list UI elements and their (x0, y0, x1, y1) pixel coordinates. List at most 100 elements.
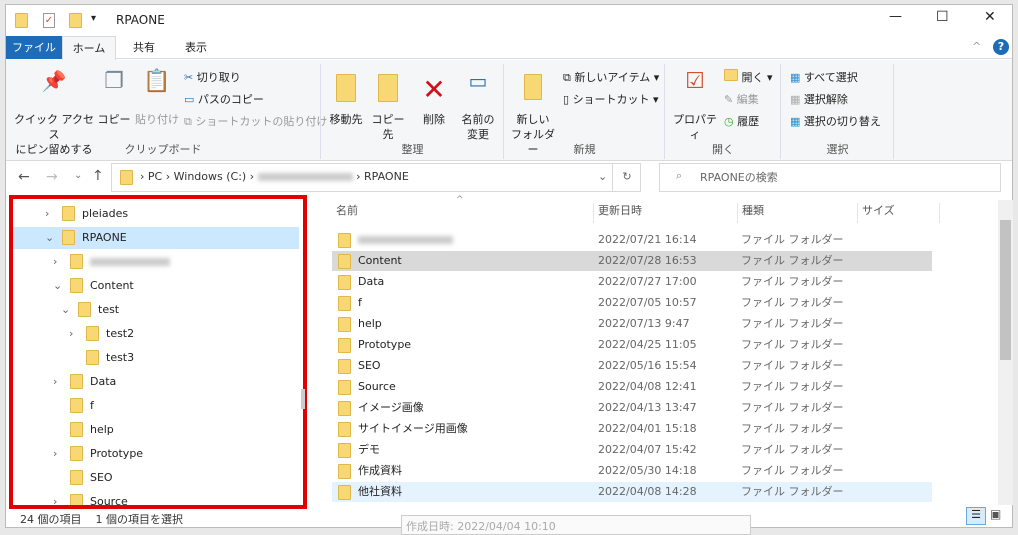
search-input[interactable]: RPAONEの検索 (659, 163, 1001, 192)
file-row[interactable]: 2022/07/21 16:14 ファイル フォルダー (332, 230, 932, 250)
refresh-icon[interactable]: ↻ (612, 163, 641, 192)
select-none-button[interactable]: ▦ 選択解除 (790, 90, 848, 110)
edit-button[interactable]: ✎ 編集 (724, 90, 759, 110)
rename-button[interactable]: ▭ 名前の 変更 (456, 71, 500, 142)
file-row[interactable]: f 2022/07/05 10:57 ファイル フォルダー (332, 293, 932, 313)
clipboard-group: 📌 クイック アクセス にピン留めする ❐ コピー 📋 貼り付け ✂ 切り取り ▭ パ… (6, 64, 327, 159)
invert-selection-button[interactable]: ▦ 選択の切り替え (790, 112, 881, 132)
selection-count: 1 個の項目を選択 (95, 513, 184, 526)
nav-item[interactable]: f (13, 395, 299, 417)
nav-item[interactable]: › test2 (13, 323, 299, 345)
nav-item[interactable]: test3 (13, 347, 299, 369)
column-header-size[interactable]: サイズ (858, 203, 940, 223)
properties-quick-icon[interactable]: ✓ (43, 13, 55, 28)
tab-file[interactable]: ファイル (6, 36, 62, 59)
file-row[interactable]: 他社資料 2022/04/08 14:28 ファイル フォルダー (332, 482, 932, 502)
file-row[interactable]: help 2022/07/13 9:47 ファイル フォルダー (332, 314, 932, 334)
file-row[interactable]: Prototype 2022/04/25 11:05 ファイル フォルダー (332, 335, 932, 355)
recent-locations-button[interactable]: ⌄ (74, 170, 82, 181)
shortcut-icon: ⧉ (184, 115, 192, 128)
nav-item-label: test (98, 303, 120, 316)
breadcrumb-blurred[interactable] (257, 173, 353, 181)
breadcrumb-pc[interactable]: PC (148, 170, 162, 183)
paste-button[interactable]: 📋 貼り付け (134, 71, 180, 127)
folder-icon (70, 374, 83, 389)
chevron-icon[interactable]: › (69, 323, 73, 345)
file-name: 他社資料 (358, 485, 402, 498)
back-button[interactable]: ← (18, 169, 30, 185)
copy-to-button[interactable]: コピー先 (368, 74, 408, 142)
tab-home[interactable]: ホーム (62, 36, 116, 60)
file-row[interactable]: イメージ画像 2022/04/13 13:47 ファイル フォルダー (332, 398, 932, 418)
chevron-icon[interactable]: ⌄ (61, 299, 70, 321)
close-button[interactable]: ✕ (984, 9, 996, 25)
details-view-button[interactable]: ☰ (966, 507, 986, 525)
copy-path-button[interactable]: ▭ パスのコピー (184, 90, 264, 110)
new-folder-quick-icon[interactable] (69, 13, 82, 28)
nav-scrollbar-thumb[interactable] (301, 389, 305, 409)
history-button[interactable]: ◷ 履歴 (724, 112, 759, 132)
nav-item[interactable]: › pleiades (13, 203, 299, 225)
nav-item[interactable]: › (13, 251, 299, 273)
cut-button[interactable]: ✂ 切り取り (184, 68, 241, 88)
copy-icon: ❐ (104, 69, 124, 94)
select-all-button[interactable]: ▦ すべて選択 (790, 68, 858, 88)
easy-access-button[interactable]: ▯ ショートカット ▾ (563, 90, 659, 110)
column-header-name[interactable]: 名前 (332, 203, 594, 223)
chevron-icon[interactable]: › (45, 203, 49, 225)
open-button[interactable]: 開く ▾ (724, 68, 773, 88)
breadcrumb-current[interactable]: RPAONE (364, 170, 409, 183)
scrollbar-thumb[interactable] (1000, 220, 1011, 360)
nav-item[interactable]: ⌄ RPAONE (13, 227, 299, 249)
vertical-scrollbar[interactable] (998, 200, 1013, 505)
file-row[interactable]: デモ 2022/04/07 15:42 ファイル フォルダー (332, 440, 932, 460)
column-header-date[interactable]: 更新日時 (594, 203, 738, 223)
chevron-icon[interactable]: › (53, 251, 57, 273)
chevron-icon[interactable]: › (53, 491, 57, 505)
forward-button[interactable]: → (46, 169, 58, 185)
chevron-icon[interactable]: ⌄ (45, 227, 54, 249)
copy-button[interactable]: ❐ コピー (96, 69, 132, 127)
chevron-icon[interactable]: › (53, 443, 57, 465)
folder-icon (70, 398, 83, 413)
collapse-ribbon-icon[interactable]: ^ (972, 40, 981, 53)
file-date: 2022/04/07 15:42 (598, 443, 697, 456)
up-button[interactable]: ↑ (92, 168, 104, 184)
move-to-button[interactable]: 移動先 (326, 74, 366, 127)
new-item-button[interactable]: ⧉ 新しいアイテム ▾ (563, 68, 659, 88)
file-row[interactable]: SEO 2022/05/16 15:54 ファイル フォルダー (332, 356, 932, 376)
file-row[interactable]: サイトイメージ用画像 2022/04/01 15:18 ファイル フォルダー (332, 419, 932, 439)
chevron-icon[interactable]: ⌄ (53, 275, 62, 297)
properties-button[interactable]: ☑ プロパティ (670, 71, 720, 142)
tab-share[interactable]: 共有 (122, 36, 166, 59)
customize-toolbar-icon[interactable]: ▾ (91, 13, 96, 24)
address-bar[interactable]: › PC › Windows (C:) › › RPAONE ⌄ ↻ (111, 163, 641, 192)
minimize-button[interactable]: — (889, 9, 902, 24)
maximize-button[interactable]: ☐ (936, 9, 949, 25)
folder-icon (338, 422, 351, 437)
tab-view[interactable]: 表示 (174, 36, 218, 59)
nav-item[interactable]: ⌄ test (13, 299, 299, 321)
paste-shortcut-button[interactable]: ⧉ ショートカットの貼り付け (184, 112, 327, 132)
file-type: ファイル フォルダー (741, 317, 844, 330)
breadcrumb-drive[interactable]: Windows (C:) (174, 170, 247, 183)
file-date: 2022/07/13 9:47 (598, 317, 690, 330)
nav-item[interactable]: ⌄ Content (13, 275, 299, 297)
file-row[interactable]: Data 2022/07/27 17:00 ファイル フォルダー (332, 272, 932, 292)
address-dropdown-icon[interactable]: ⌄ (598, 170, 607, 183)
column-header-type[interactable]: 種類 (738, 203, 858, 223)
delete-button[interactable]: ✕ 削除 (416, 74, 452, 127)
select-all-icon: ▦ (790, 71, 801, 84)
file-row[interactable]: Source 2022/04/08 12:41 ファイル フォルダー (332, 377, 932, 397)
chevron-icon[interactable]: › (53, 371, 57, 393)
nav-item[interactable]: › Source (13, 491, 299, 505)
nav-item[interactable]: › Prototype (13, 443, 299, 465)
file-row[interactable]: Content 2022/07/28 16:53 ファイル フォルダー (332, 251, 932, 271)
help-icon[interactable]: ? (993, 39, 1009, 55)
file-row[interactable]: 作成資料 2022/05/30 14:18 ファイル フォルダー (332, 461, 932, 481)
large-icons-view-button[interactable]: ▣ (990, 507, 1001, 521)
organize-group-label: 整理 (401, 143, 424, 156)
nav-item[interactable]: › Data (13, 371, 299, 393)
nav-item[interactable]: help (13, 419, 299, 441)
nav-item[interactable]: SEO (13, 467, 299, 489)
